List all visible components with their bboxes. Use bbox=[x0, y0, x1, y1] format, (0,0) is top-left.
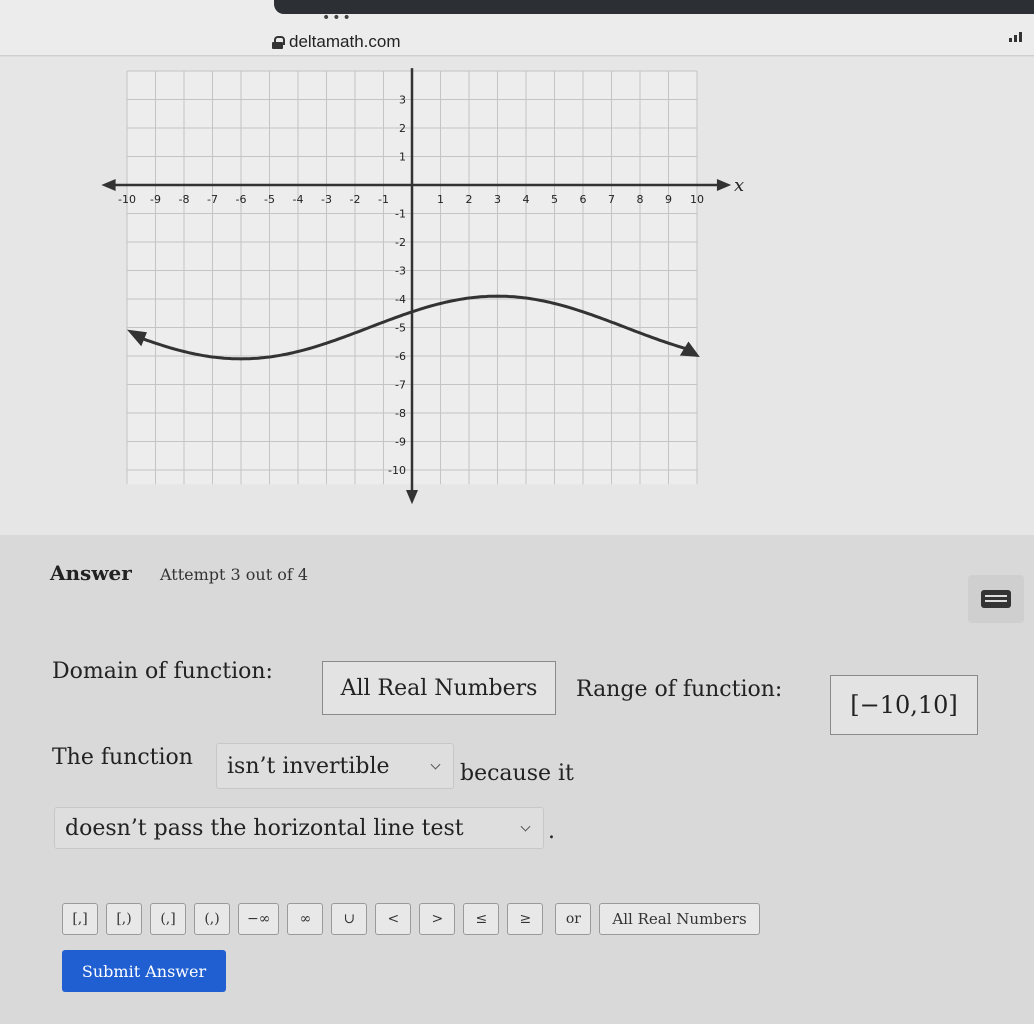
address-bar[interactable]: deltamath.com bbox=[272, 32, 401, 52]
keyboard-icon bbox=[981, 590, 1011, 608]
y-tick-label: -8 bbox=[395, 407, 406, 420]
x-tick-label: -7 bbox=[207, 193, 218, 206]
toolbar-button[interactable]: [,] bbox=[62, 903, 98, 935]
keyboard-toggle-button[interactable] bbox=[968, 575, 1024, 623]
x-axis-arrow-left bbox=[101, 179, 116, 191]
chevron-down-icon bbox=[520, 821, 531, 832]
x-tick-label: -2 bbox=[350, 193, 361, 206]
toolbar-button[interactable]: < bbox=[375, 903, 412, 935]
toolbar-button[interactable]: ∪ bbox=[331, 903, 368, 935]
x-tick-label: -4 bbox=[293, 193, 304, 206]
reason-dropdown[interactable]: doesn’t pass the horizontal line test bbox=[54, 807, 544, 849]
x-tick-label: 3 bbox=[494, 193, 501, 206]
y-tick-label: -7 bbox=[395, 379, 406, 392]
toolbar-button[interactable]: (,] bbox=[150, 903, 186, 935]
attempt-counter: Attempt 3 out of 4 bbox=[160, 565, 309, 584]
x-tick-label: -5 bbox=[264, 193, 275, 206]
x-tick-label: -3 bbox=[321, 193, 332, 206]
x-tick-label: 4 bbox=[523, 193, 530, 206]
tab-dots[interactable]: ••• bbox=[322, 10, 353, 26]
x-tick-label: 8 bbox=[637, 193, 644, 206]
domain-input[interactable]: All Real Numbers bbox=[322, 661, 556, 715]
x-tick-label: 7 bbox=[608, 193, 615, 206]
signal-icon bbox=[1009, 32, 1022, 42]
chevron-down-icon bbox=[430, 759, 441, 770]
x-tick-label: 6 bbox=[580, 193, 587, 206]
toolbar-button[interactable]: > bbox=[419, 903, 456, 935]
x-tick-label: -6 bbox=[236, 193, 247, 206]
x-tick-label: -9 bbox=[150, 193, 161, 206]
y-tick-label: -9 bbox=[395, 436, 406, 449]
toolbar-button[interactable]: ∞ bbox=[287, 903, 324, 935]
x-tick-label: 9 bbox=[665, 193, 672, 206]
x-axis-label: x bbox=[734, 175, 744, 196]
toolbar-button[interactable]: All Real Numbers bbox=[599, 903, 760, 935]
y-tick-label: -4 bbox=[395, 293, 406, 306]
browser-top-bar: ••• deltamath.com bbox=[0, 0, 1034, 56]
math-toolbar: [,] [,) (,] (,) −∞ ∞ ∪ < > ≤ ≥ or All Real Numbers bbox=[62, 903, 760, 935]
invertible-selected: isn’t invertible bbox=[227, 753, 390, 779]
toolbar-button[interactable]: ≤ bbox=[463, 903, 500, 935]
x-axis-arrow-right bbox=[716, 179, 732, 191]
because-text: because it bbox=[460, 761, 574, 786]
x-tick-label: -10 bbox=[118, 193, 136, 206]
y-tick-label: -2 bbox=[395, 236, 406, 249]
x-tick-label: 1 bbox=[437, 193, 444, 206]
graph-area: x -10 -9 -8 -7 -6 -5 -4 -3 -2 -1 1 2 3 4 5 6 7 8 9 10 3 2 1 -1 -2… bbox=[0, 57, 1034, 535]
toolbar-button[interactable]: [,) bbox=[106, 903, 142, 935]
y-tick-label: -6 bbox=[395, 350, 406, 363]
y-axis-arrow-down bbox=[406, 489, 418, 505]
y-tick-label: 3 bbox=[399, 94, 406, 107]
x-tick-label: -1 bbox=[378, 193, 389, 206]
domain-label: Domain of function: bbox=[52, 659, 273, 684]
x-tick-label: 5 bbox=[551, 193, 558, 206]
y-tick-label: -10 bbox=[388, 464, 406, 477]
range-input[interactable]: [−10,10] bbox=[830, 675, 978, 735]
function-graph: x -10 -9 -8 -7 -6 -5 -4 -3 -2 -1 1 2 3 4 5 6 7 8 9 10 3 2 1 -1 -2… bbox=[101, 68, 744, 505]
status-strip bbox=[274, 0, 1034, 14]
submit-answer-button[interactable]: Submit Answer bbox=[62, 950, 226, 992]
y-tick-label: -5 bbox=[395, 322, 406, 335]
answer-panel: Answer Attempt 3 out of 4 Domain of func… bbox=[0, 535, 1034, 1024]
x-tick-label: 2 bbox=[466, 193, 473, 206]
y-tick-label: -3 bbox=[395, 265, 406, 278]
sentence-start: The function bbox=[52, 745, 193, 770]
sentence-period: . bbox=[548, 819, 555, 844]
toolbar-button[interactable]: or bbox=[555, 903, 592, 935]
invertible-dropdown[interactable]: isn’t invertible bbox=[216, 743, 454, 789]
x-tick-label: 10 bbox=[690, 193, 704, 206]
lock-icon bbox=[272, 35, 285, 49]
answer-title: Answer bbox=[50, 561, 132, 585]
y-tick-label: 1 bbox=[399, 151, 406, 164]
y-tick-label: 2 bbox=[399, 122, 406, 135]
x-tick-label: -8 bbox=[179, 193, 190, 206]
toolbar-button[interactable]: ≥ bbox=[507, 903, 544, 935]
toolbar-button[interactable]: −∞ bbox=[238, 903, 280, 935]
reason-selected: doesn’t pass the horizontal line test bbox=[65, 815, 464, 841]
range-label: Range of function: bbox=[576, 677, 783, 702]
url-text: deltamath.com bbox=[289, 32, 401, 51]
y-tick-label: -1 bbox=[395, 208, 406, 221]
toolbar-button[interactable]: (,) bbox=[194, 903, 230, 935]
